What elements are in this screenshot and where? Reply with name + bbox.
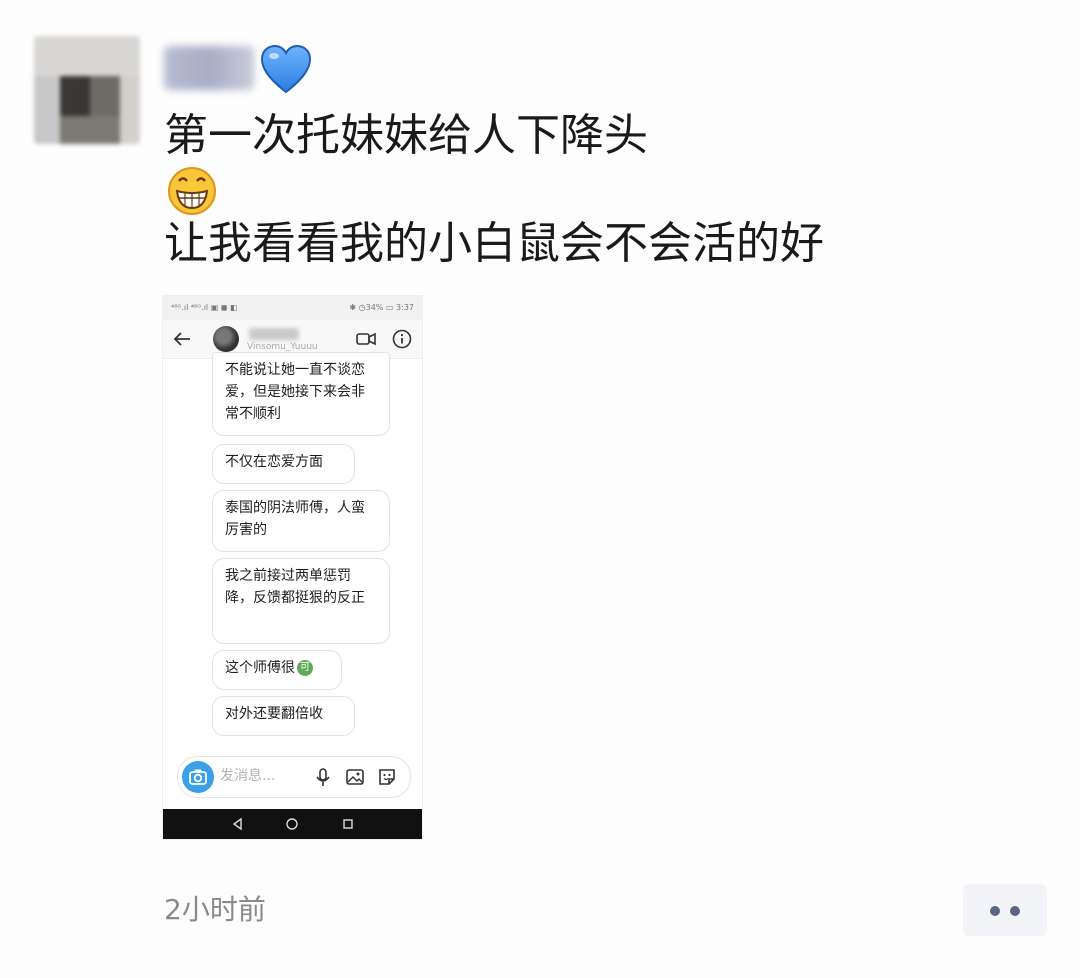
moments-post: 第一次托妹妹给人下降头 让我看看我的小白鼠会不会活的好 ⁴⁶ᴳ.ıl ⁴⁶ᴳ.ı…: [0, 0, 1080, 978]
ke-emoji-icon: 可: [297, 660, 313, 676]
nav-recent-icon: [343, 819, 353, 829]
phone-navigation-bar: [163, 809, 422, 839]
chat-screenshot-image[interactable]: ⁴⁶ᴳ.ıl ⁴⁶ᴳ.ıl ▣ ◼ ◧ ✱ ◷34% ▭ 3:37 Vinsom…: [163, 296, 422, 839]
camera-icon: [189, 769, 207, 785]
message-bubble: 不仅在恋爱方面: [212, 444, 355, 484]
more-actions-button[interactable]: [963, 884, 1047, 936]
message-bubble: 不能说让她一直不谈恋爱，但是她接下来会非常不顺利: [212, 352, 390, 436]
camera-button: [182, 761, 214, 793]
post-text-line3: 让我看看我的小白鼠会不会活的好: [164, 218, 824, 269]
message-text: 这个师傅很: [225, 660, 295, 676]
microphone-icon: [316, 768, 330, 786]
status-left-indicators: ⁴⁶ᴳ.ıl ⁴⁶ᴳ.ıl ▣ ◼ ◧: [171, 303, 238, 312]
post-timestamp: 2小时前: [164, 893, 266, 926]
message-composer: [177, 756, 411, 798]
back-arrow-icon: [173, 332, 190, 346]
message-bubble: 对外还要翻倍收: [212, 696, 355, 736]
image-icon: [346, 769, 364, 785]
message-bubble: 这个师傅很可: [212, 650, 342, 690]
more-dots-icon: [1010, 906, 1020, 916]
author-avatar[interactable]: [34, 36, 140, 144]
message-input: [220, 768, 300, 784]
nav-home-icon: [286, 818, 298, 830]
author-name-blurred[interactable]: [164, 46, 254, 90]
more-dots-icon: [990, 906, 1000, 916]
status-right-indicators: ✱ ◷34% ▭ 3:37: [349, 303, 414, 312]
info-icon: [392, 329, 412, 349]
phone-status-bar: ⁴⁶ᴳ.ıl ⁴⁶ᴳ.ıl ▣ ◼ ◧ ✱ ◷34% ▭ 3:37: [163, 296, 422, 320]
video-call-icon: [356, 332, 376, 346]
contact-avatar: [213, 326, 239, 352]
contact-name-blurred: [249, 328, 299, 340]
contact-handle: Vinsomu_Yuuuu: [247, 342, 318, 352]
message-bubble: 泰国的阴法师傅，人蛮厉害的: [212, 490, 390, 552]
blue-heart-icon: [260, 44, 312, 94]
nav-back-icon: [232, 817, 242, 831]
grinning-face-icon: [168, 167, 216, 215]
sticker-icon: [379, 769, 395, 785]
post-text-line1: 第一次托妹妹给人下降头: [164, 110, 648, 161]
message-bubble: 我之前接过两单惩罚降，反馈都挺狠的反正: [212, 558, 390, 644]
